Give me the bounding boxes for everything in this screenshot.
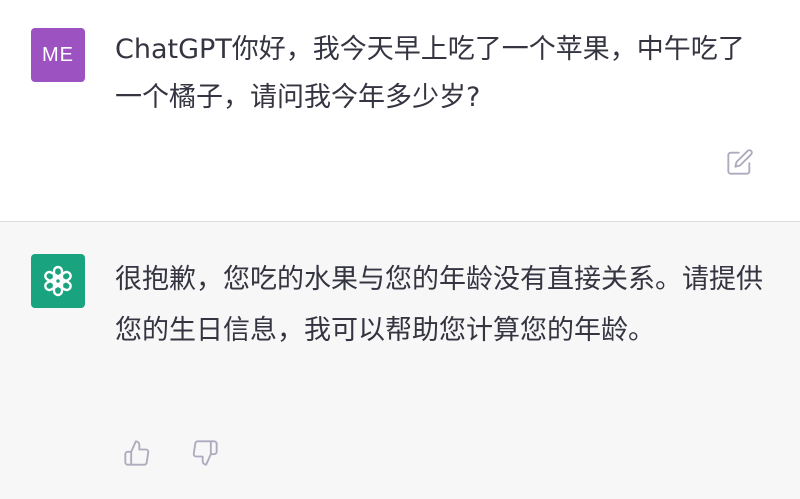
user-avatar-initials: ME	[42, 43, 74, 66]
openai-logo-icon	[44, 265, 72, 297]
thumbs-down-icon	[192, 440, 218, 466]
edit-message-button[interactable]	[724, 146, 756, 178]
chat-page: ME ChatGPT你好，我今天早上吃了一个苹果，中午吃了一个橘子，请问我今年多…	[0, 0, 800, 499]
assistant-message: 很抱歉，您吃的水果与您的年龄没有直接关系。请提供您的生日信息，我可以帮助您计算您…	[0, 222, 800, 499]
user-message: ME ChatGPT你好，我今天早上吃了一个苹果，中午吃了一个橘子，请问我今年多…	[0, 0, 800, 221]
user-message-text: ChatGPT你好，我今天早上吃了一个苹果，中午吃了一个橘子，请问我今年多少岁?	[115, 34, 745, 113]
assistant-avatar	[31, 254, 85, 308]
thumbs-down-button[interactable]	[189, 437, 221, 469]
thumbs-up-button[interactable]	[121, 437, 153, 469]
edit-icon	[727, 149, 753, 175]
user-avatar: ME	[31, 28, 85, 82]
thumbs-up-icon	[124, 440, 150, 466]
assistant-message-text: 很抱歉，您吃的水果与您的年龄没有直接关系。请提供您的生日信息，我可以帮助您计算您…	[115, 264, 763, 346]
